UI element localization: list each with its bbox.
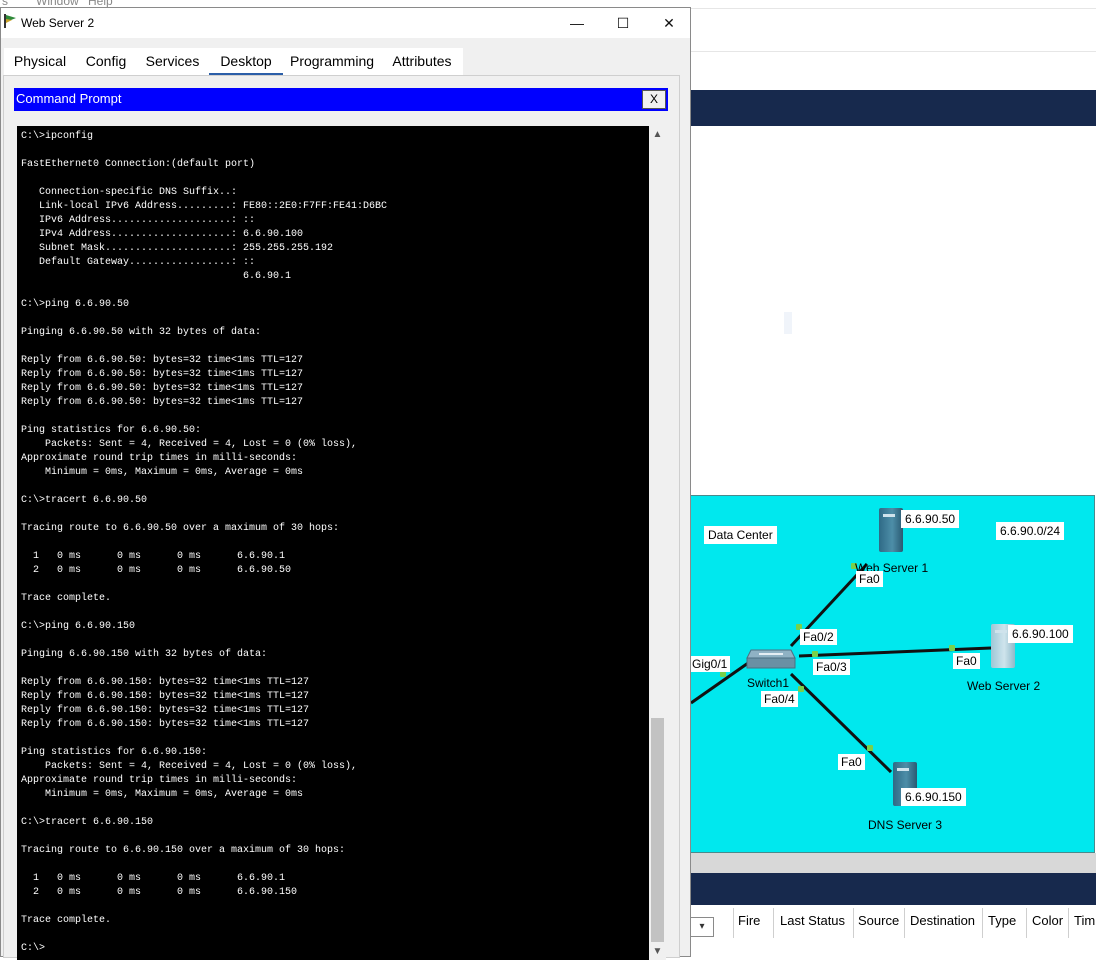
terminal-output[interactable]: C:\> C:\>ipconfig FastEthernet0 Connecti… <box>17 126 649 960</box>
command-prompt-titlebar: Command Prompt X <box>14 88 668 111</box>
column-destination[interactable]: Destination <box>910 913 975 928</box>
column-divider <box>904 908 905 938</box>
column-divider <box>733 908 734 938</box>
web-server-2-ip: 6.6.90.100 <box>1008 625 1073 643</box>
web-server-1-icon[interactable] <box>879 508 903 552</box>
switch-port-gig0-1: Gig0/1 <box>689 656 731 672</box>
column-divider <box>1026 908 1027 938</box>
topology-canvas[interactable]: Data Center 6.6.90.0/24 6.6.90.50 Web Se… <box>689 495 1095 853</box>
switch-port-fa0-2: Fa0/2 <box>800 629 837 645</box>
dns-server-3-ip: 6.6.90.150 <box>901 788 966 806</box>
web-server-2-port: Fa0 <box>953 653 980 669</box>
device-window: Web Server 2 — ☐ ✕ Physical Config Servi… <box>0 7 691 960</box>
area-label: Data Center <box>704 526 777 544</box>
dns-server-3-name[interactable]: DNS Server 3 <box>868 818 942 832</box>
link-status-dot <box>949 645 955 651</box>
column-color[interactable]: Color <box>1032 913 1063 928</box>
tab-programming[interactable]: Programming <box>283 48 381 75</box>
close-button[interactable]: ✕ <box>646 8 692 38</box>
device-tabs: Physical Config Services Desktop Program… <box>1 48 690 75</box>
background-scroll-strip <box>690 853 1096 873</box>
command-prompt-close-button[interactable]: X <box>642 90 666 109</box>
column-divider <box>1068 908 1069 938</box>
switch-port-fa0-3: Fa0/3 <box>813 659 850 675</box>
tab-config[interactable]: Config <box>76 48 136 75</box>
column-type[interactable]: Type <box>988 913 1016 928</box>
background-toolbar <box>690 8 1096 52</box>
dns-server-3-port: Fa0 <box>838 754 865 770</box>
network-label: 6.6.90.0/24 <box>996 522 1065 540</box>
link-status-dot <box>798 686 804 692</box>
link-status-dot <box>812 651 818 657</box>
scroll-thumb[interactable] <box>651 718 664 942</box>
scroll-up-icon[interactable]: ▲ <box>649 126 666 143</box>
column-divider <box>982 908 983 938</box>
tab-services[interactable]: Services <box>136 48 209 75</box>
web-server-2-name[interactable]: Web Server 2 <box>967 679 1040 693</box>
link-status-dot <box>867 745 873 751</box>
column-fire[interactable]: Fire <box>738 913 760 928</box>
scenario-dropdown[interactable]: ▾ <box>690 917 714 937</box>
background-workspace <box>690 126 1096 495</box>
packet-tracer-app-icon <box>4 14 16 28</box>
command-prompt-title: Command Prompt <box>16 91 122 106</box>
column-divider <box>853 908 854 938</box>
background-header-bar <box>690 90 1096 126</box>
scroll-down-icon[interactable]: ▼ <box>649 943 666 960</box>
tab-attributes[interactable]: Attributes <box>381 48 463 75</box>
background-artifact <box>784 312 792 334</box>
background-status-bar <box>690 873 1096 905</box>
web-server-1-ip: 6.6.90.50 <box>901 510 960 528</box>
column-source[interactable]: Source <box>858 913 899 928</box>
terminal-text: C:\> C:\>ipconfig FastEthernet0 Connecti… <box>21 126 388 954</box>
terminal-scrollbar[interactable]: ▲ ▼ <box>649 126 666 960</box>
switch-port-fa0-4: Fa0/4 <box>761 691 798 707</box>
chevron-down-icon: ▾ <box>699 921 705 932</box>
window-titlebar[interactable]: Web Server 2 — ☐ ✕ <box>1 8 690 38</box>
maximize-button[interactable]: ☐ <box>600 8 646 38</box>
column-last-status[interactable]: Last Status <box>780 913 845 928</box>
minimize-button[interactable]: — <box>554 8 600 38</box>
column-divider <box>773 908 774 938</box>
switch-name[interactable]: Switch1 <box>747 676 789 690</box>
web-server-1-port: Fa0 <box>856 571 883 587</box>
switch-icon[interactable] <box>745 644 797 672</box>
window-title: Web Server 2 <box>21 16 95 30</box>
column-time[interactable]: Tim <box>1074 913 1095 928</box>
tab-physical[interactable]: Physical <box>4 48 76 75</box>
tab-desktop[interactable]: Desktop <box>209 48 283 75</box>
